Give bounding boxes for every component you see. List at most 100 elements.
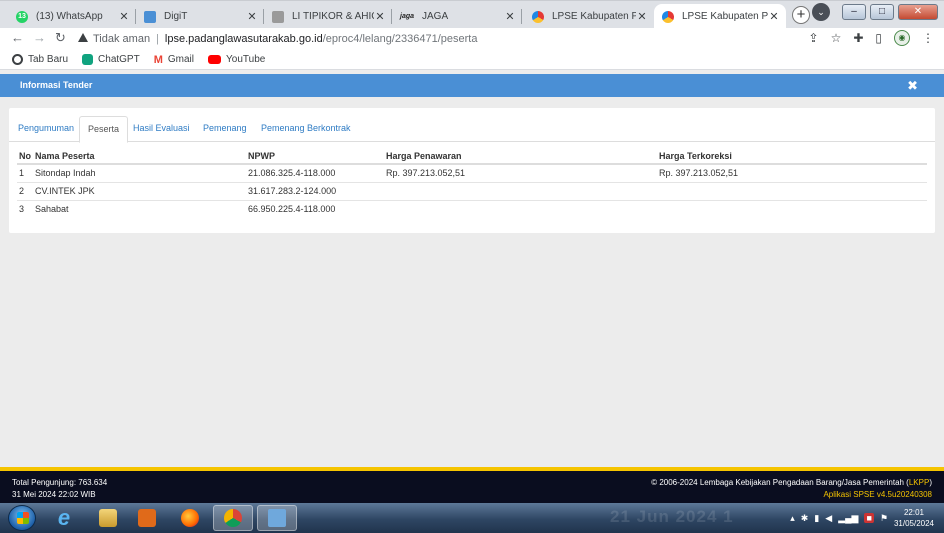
browser-tab-lpse-active[interactable]: LPSE Kabupaten Padan ✕ xyxy=(654,4,786,29)
network-icon[interactable]: ▮ xyxy=(814,513,819,524)
tab-hasil-evaluasi[interactable]: Hasil Evaluasi xyxy=(125,116,198,142)
app-version: Aplikasi SPSE v4.5u20240308 xyxy=(823,490,932,499)
taskbar-ie[interactable]: e xyxy=(44,505,84,531)
emblem-icon xyxy=(272,10,284,23)
close-icon[interactable]: ✖ xyxy=(907,74,918,97)
tab-pengumuman[interactable]: Pengumuman xyxy=(10,116,82,142)
os-taskbar: 21 Jun 2024 1 e ▴ ✱ ▮ ◀ ▂▄▆ ■ ⚑ 22:01 31… xyxy=(0,503,944,533)
peserta-table: No Nama Peserta NPWP Harga Penawaran Har… xyxy=(17,149,927,218)
tab-pemenang-berkontrak[interactable]: Pemenang Berkontrak xyxy=(253,116,359,142)
tab-label: LI TIPIKOR & AHICW xyxy=(292,11,374,22)
taskbar-firefox[interactable] xyxy=(170,505,210,531)
cell-no: 3 xyxy=(17,199,33,218)
taskbar-chrome[interactable] xyxy=(213,505,253,531)
lkpp-link[interactable]: LKPP xyxy=(909,478,929,487)
column-header-harga-penawaran: Harga Penawaran xyxy=(384,149,657,165)
close-icon[interactable]: ✕ xyxy=(636,10,648,23)
share-icon[interactable]: ⇪ xyxy=(809,31,819,45)
reload-button[interactable]: ↻ xyxy=(55,30,66,46)
window-close-button[interactable]: ✕ xyxy=(898,4,938,20)
minimize-button[interactable]: – xyxy=(842,4,866,20)
column-header-nama: Nama Peserta xyxy=(33,149,246,165)
tab-label: LPSE Kabupaten Padan xyxy=(682,11,768,22)
action-center-flag-icon[interactable]: ⚑ xyxy=(880,513,888,524)
close-icon[interactable]: ✕ xyxy=(118,10,130,23)
footer-left: Total Pengunjung: 763.634 31 Mei 2024 22… xyxy=(12,477,107,501)
extensions-icon[interactable]: ✚ xyxy=(853,31,863,45)
address-bar[interactable]: Tidak aman | lpse.padanglawasutarakab.go… xyxy=(78,29,848,48)
divider: | xyxy=(156,32,159,45)
toolbar-actions: ⇪ ☆ ✚ ▯ ◉ ⋮ xyxy=(809,30,934,46)
browser-tab-strip: 13 (13) WhatsApp ✕ DigiT ✕ LI TIPIKOR & … xyxy=(0,0,944,29)
close-icon[interactable]: ✕ xyxy=(374,10,386,23)
side-panel-icon[interactable]: ▯ xyxy=(875,31,882,45)
watermark-text: 21 Jun 2024 1 xyxy=(610,507,734,526)
browser-tab-lpse-1[interactable]: LPSE Kabupaten Padan ✕ xyxy=(524,4,654,29)
taskbar-explorer[interactable] xyxy=(88,505,128,531)
tender-tabs: Pengumuman Peserta Hasil Evaluasi Pemena… xyxy=(9,116,935,143)
tray-chevron-icon[interactable]: ▴ xyxy=(790,513,795,524)
browser-tab-digit[interactable]: DigiT ✕ xyxy=(136,4,264,29)
page-content: Informasi Tender ✖ Pengumuman Peserta Ha… xyxy=(0,71,944,467)
tab-label: DigiT xyxy=(164,11,188,22)
bookmark-star-icon[interactable]: ☆ xyxy=(831,31,842,45)
whatsapp-icon: 13 xyxy=(16,10,28,23)
close-icon[interactable]: ✕ xyxy=(768,10,780,23)
site-footer: Total Pengunjung: 763.634 31 Mei 2024 22… xyxy=(0,467,944,503)
table-header-row: No Nama Peserta NPWP Harga Penawaran Har… xyxy=(17,149,927,165)
table-row: 1 Sitondap Indah 21.086.325.4-118.000 Rp… xyxy=(17,163,927,182)
cell-nama: Sitondap Indah xyxy=(33,163,246,182)
tab-peserta[interactable]: Peserta xyxy=(79,116,129,143)
bluetooth-icon[interactable]: ✱ xyxy=(801,513,809,524)
cell-harga-terkoreksi xyxy=(657,199,927,218)
lpse-icon xyxy=(662,10,674,23)
cell-nama: Sahabat xyxy=(33,199,246,218)
cell-harga-terkoreksi: Rp. 397.213.052,51 xyxy=(657,163,927,182)
footer-right: © 2006-2024 Lembaga Kebijakan Pengadaan … xyxy=(651,477,932,501)
volume-icon[interactable]: ◀ xyxy=(825,513,832,524)
signal-icon[interactable]: ▂▄▆ xyxy=(838,513,858,524)
browser-tab-jaga[interactable]: jaga JAGA ✕ xyxy=(392,4,522,29)
tab-pemenang[interactable]: Pemenang xyxy=(195,116,255,142)
modal-header: Informasi Tender ✖ xyxy=(0,74,944,97)
close-icon[interactable]: ✕ xyxy=(504,10,516,23)
taskbar-media[interactable] xyxy=(127,505,167,531)
cell-npwp: 21.086.325.4-118.000 xyxy=(246,163,384,182)
folder-icon xyxy=(99,509,117,527)
browser-tab-tipikor[interactable]: LI TIPIKOR & AHICW ✕ xyxy=(264,4,392,29)
bookmark-label: Gmail xyxy=(167,54,195,65)
jaga-icon: jaga xyxy=(400,13,415,20)
maximize-button[interactable]: □ xyxy=(870,4,894,20)
close-icon[interactable]: ✕ xyxy=(246,10,258,23)
start-button[interactable] xyxy=(8,505,36,531)
bookmark-tab-baru[interactable]: Tab Baru xyxy=(12,54,68,65)
chrome-icon xyxy=(224,509,242,527)
cell-nama: CV.INTEK JPK xyxy=(33,181,246,200)
menu-icon[interactable]: ⋮ xyxy=(922,31,934,45)
document-icon xyxy=(144,10,156,23)
new-tab-button[interactable]: + xyxy=(792,6,810,24)
bookmark-gmail[interactable]: M Gmail xyxy=(154,54,194,66)
clock-date: 31/05/2024 xyxy=(893,519,934,528)
antivirus-icon[interactable]: ■ xyxy=(864,513,874,523)
tab-label: JAGA xyxy=(422,11,449,22)
bookmark-label: Tab Baru xyxy=(28,54,69,65)
profile-avatar[interactable]: ◉ xyxy=(894,30,910,46)
taskbar-app[interactable] xyxy=(257,505,297,531)
tab-search-button[interactable]: ⌄ xyxy=(812,3,830,21)
bookmark-chatgpt[interactable]: ChatGPT xyxy=(82,54,140,65)
column-header-no: No xyxy=(17,149,33,165)
copyright-text: © 2006-2024 Lembaga Kebijakan Pengadaan … xyxy=(651,477,932,489)
security-label: Tidak aman xyxy=(93,32,151,45)
url-host: lpse.padanglawasutarakab.go.id xyxy=(164,32,323,45)
system-clock[interactable]: 22:01 31/05/2024 xyxy=(894,507,934,529)
browser-tab-whatsapp[interactable]: 13 (13) WhatsApp ✕ xyxy=(8,4,136,29)
warning-icon xyxy=(78,33,88,42)
bookmark-youtube[interactable]: YouTube xyxy=(208,54,265,65)
application-icon xyxy=(268,509,286,527)
chrome-icon xyxy=(12,54,23,65)
tab-label: (13) WhatsApp xyxy=(36,11,103,22)
internet-explorer-icon: e xyxy=(57,505,71,530)
back-button[interactable]: ← xyxy=(11,30,24,45)
forward-button[interactable]: → xyxy=(33,30,46,45)
